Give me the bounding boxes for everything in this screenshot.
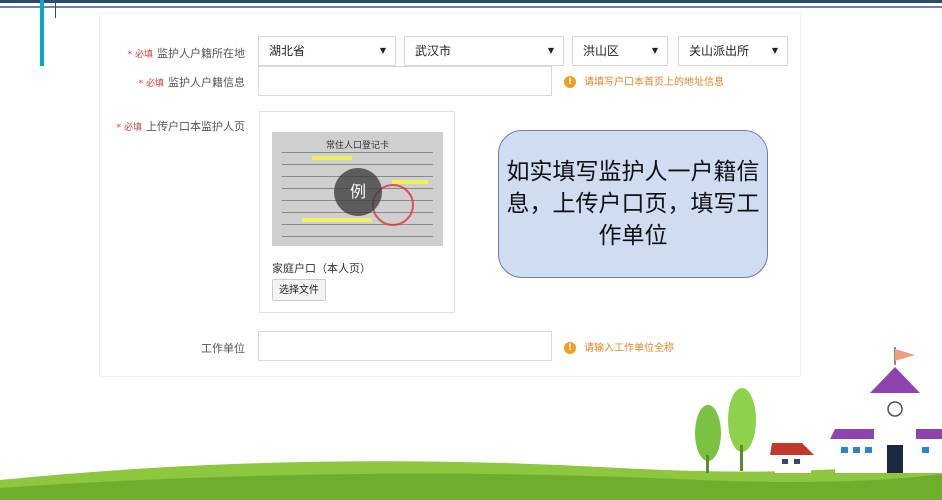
sample-grid-line (282, 224, 433, 225)
left-accent-bar (40, 0, 44, 66)
household-info-hint-text: 请填写户口本首页上的地址信息 (584, 77, 724, 88)
household-location-label: * 必填 监护人户籍所在地 (128, 45, 245, 61)
sample-document-title: 常住人口登记卡 (325, 141, 389, 151)
work-unit-label: 工作单位 (201, 340, 245, 356)
required-mark: * 必填 (138, 79, 164, 89)
sample-grid-line (282, 164, 433, 165)
example-badge: 例 (334, 168, 382, 216)
sample-highlight (312, 156, 352, 160)
city-select-value: 武汉市 (415, 44, 452, 58)
city-select[interactable]: 武汉市 ▼ (404, 36, 564, 66)
work-unit-hint: ! 请输入工作单位全称 (564, 339, 674, 354)
warning-icon: ! (564, 342, 576, 354)
chevron-down-icon: ▼ (547, 46, 554, 55)
top-border-line (0, 0, 942, 3)
work-unit-hint-text: 请输入工作单位全称 (584, 343, 674, 354)
upload-caption: 家庭户口（本人页） (272, 262, 371, 275)
province-select[interactable]: 湖北省 ▼ (258, 36, 396, 66)
police-station-select-value: 关山派出所 (689, 44, 750, 58)
school-tree-illustration (695, 347, 942, 473)
left-accent-tick (55, 0, 56, 18)
top-border-line-secondary (0, 6, 942, 8)
district-select-value: 洪山区 (583, 44, 620, 58)
sample-grid-line (282, 236, 433, 237)
police-station-select[interactable]: 关山派出所 ▼ (678, 36, 788, 66)
work-unit-input[interactable] (258, 331, 552, 361)
work-unit-label-text: 工作单位 (201, 342, 245, 355)
upload-label-text: 上传户口本监护人页 (146, 120, 245, 133)
household-info-input[interactable] (258, 66, 552, 96)
sample-grid-line (282, 152, 433, 153)
household-location-label-text: 监护人户籍所在地 (157, 47, 245, 60)
instruction-callout: 如实填写监护人一户籍信息，上传户口页，填写工作单位 (498, 130, 768, 278)
upload-panel: 常住人口登记卡 例 家庭户口（本人页） 选择文件 (259, 111, 455, 313)
chevron-down-icon: ▼ (379, 46, 386, 55)
household-info-hint: ! 请填写户口本首页上的地址信息 (564, 73, 724, 88)
chevron-down-icon: ▼ (651, 46, 658, 55)
chevron-down-icon: ▼ (771, 46, 778, 55)
upload-label: * 必填 上传户口本监护人页 (117, 118, 245, 134)
choose-file-button[interactable]: 选择文件 (272, 279, 326, 301)
province-select-value: 湖北省 (269, 44, 306, 58)
household-info-label: * 必填 监护人户籍信息 (139, 74, 245, 90)
household-info-label-text: 监护人户籍信息 (168, 76, 245, 89)
warning-icon: ! (564, 76, 576, 88)
sample-highlight (302, 218, 372, 222)
required-mark: * 必填 (127, 50, 153, 60)
household-register-sample-image: 常住人口登记卡 例 (272, 132, 443, 246)
sample-highlight (392, 180, 428, 184)
required-mark: * 必填 (116, 123, 142, 133)
district-select[interactable]: 洪山区 ▼ (572, 36, 668, 66)
